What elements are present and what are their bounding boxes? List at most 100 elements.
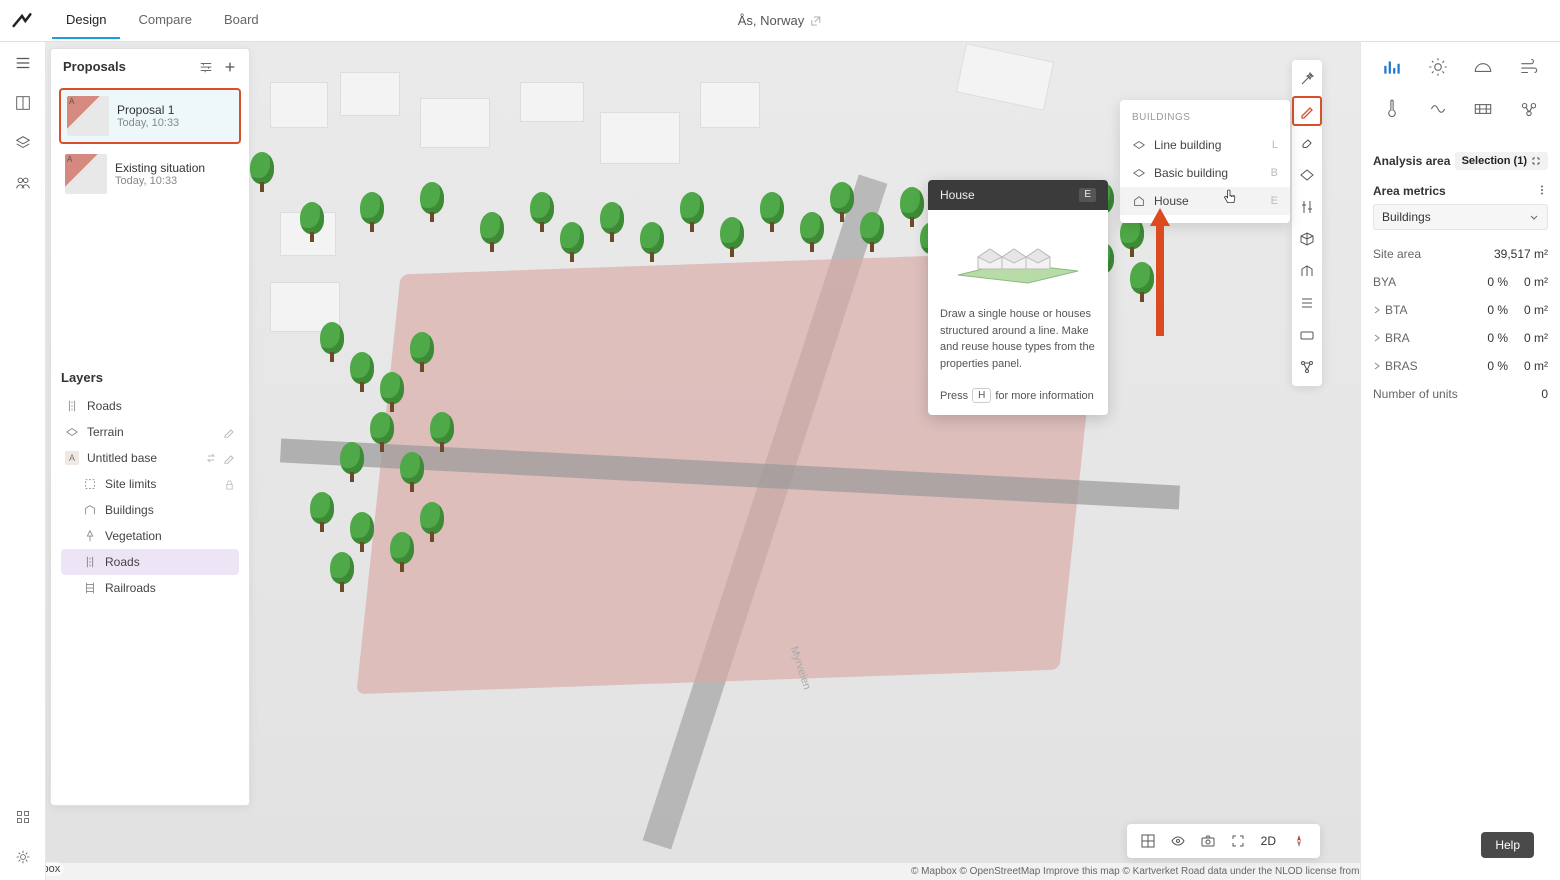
filter-icon[interactable] — [199, 60, 213, 74]
tool-keyboard[interactable] — [1292, 320, 1322, 350]
rail-book-icon[interactable] — [12, 92, 34, 114]
solar-panel-icon[interactable] — [1472, 98, 1494, 120]
menu-line-building[interactable]: Line building L — [1120, 131, 1290, 159]
help-button[interactable]: Help — [1481, 832, 1534, 858]
tool-magic-wand[interactable] — [1292, 64, 1322, 94]
layer-label: Buildings — [105, 503, 154, 517]
tree-icon — [560, 222, 584, 262]
chevron-right-icon — [1373, 362, 1381, 370]
tab-design[interactable]: Design — [52, 2, 120, 39]
proposal-card-existing[interactable]: Existing situation Today, 10:33 — [59, 148, 241, 200]
tool-levels[interactable] — [1292, 288, 1322, 318]
analysis-area-title: Analysis area — [1373, 154, 1450, 168]
metric-value: 39,517 m² — [1494, 247, 1548, 261]
tooltip-illustration — [928, 210, 1108, 298]
tab-compare[interactable]: Compare — [124, 2, 205, 39]
rail-apps-icon[interactable] — [12, 806, 34, 828]
metric-bra[interactable]: BRA 0 %0 m² — [1373, 324, 1548, 352]
buildings-menu: BUILDINGS Line building L Basic building… — [1120, 100, 1290, 223]
menu-house[interactable]: House E — [1120, 187, 1290, 215]
tree-icon — [760, 192, 784, 232]
tool-paint[interactable] — [1292, 128, 1322, 158]
compass-button[interactable] — [1288, 830, 1310, 852]
add-proposal-icon[interactable] — [223, 60, 237, 74]
roads-icon — [83, 555, 97, 569]
metric-value: 0 m² — [1524, 303, 1548, 317]
main-tabs: Design Compare Board — [52, 2, 273, 39]
layer-untitled-base[interactable]: A Untitled base — [61, 445, 239, 471]
tab-board[interactable]: Board — [210, 2, 273, 39]
tree-icon — [1120, 217, 1144, 257]
tree-icon — [830, 182, 854, 222]
location-display[interactable]: Ås, Norway — [738, 13, 822, 28]
tool-adjust[interactable] — [1292, 192, 1322, 222]
analysis-panel: Analysis area Selection (1) Area metrics… — [1360, 42, 1560, 880]
metric-value: 0 m² — [1524, 275, 1548, 289]
layer-site-limits[interactable]: Site limits — [61, 471, 239, 497]
lock-icon[interactable] — [224, 479, 235, 490]
rail-settings-icon[interactable] — [12, 846, 34, 868]
selection-badge[interactable]: Selection (1) — [1455, 152, 1548, 170]
rail-people-icon[interactable] — [12, 172, 34, 194]
menu-basic-building[interactable]: Basic building B — [1120, 159, 1290, 187]
dome-icon[interactable] — [1472, 56, 1494, 78]
railroads-icon — [83, 581, 97, 595]
metric-bras[interactable]: BRAS 0 %0 m² — [1373, 352, 1548, 380]
basic-building-icon — [1132, 166, 1146, 180]
rail-menu-icon[interactable] — [12, 52, 34, 74]
layer-terrain[interactable]: Terrain — [61, 419, 239, 445]
layers-title: Layers — [61, 370, 239, 385]
view-mode-toggle[interactable]: 2D — [1257, 834, 1280, 848]
grid-toggle[interactable] — [1137, 830, 1159, 852]
dropdown-value: Buildings — [1382, 210, 1431, 224]
analysis-icon-row — [1373, 56, 1548, 136]
rail-layers-icon[interactable] — [12, 132, 34, 154]
edit-icon[interactable] — [223, 426, 235, 438]
metric-label: BRA — [1385, 331, 1410, 345]
wind-icon[interactable] — [1518, 56, 1540, 78]
visibility-toggle[interactable] — [1167, 830, 1189, 852]
layer-buildings[interactable]: Buildings — [61, 497, 239, 523]
layer-railroads[interactable]: Railroads — [61, 575, 239, 601]
menu-item-label: Line building — [1154, 138, 1221, 152]
layer-vegetation[interactable]: Vegetation — [61, 523, 239, 549]
metric-pct: 0 % — [1487, 275, 1508, 289]
roads-icon — [65, 399, 79, 413]
tree-icon — [390, 532, 414, 572]
tool-network[interactable] — [1292, 352, 1322, 382]
tooltip-footer-pre: Press — [940, 390, 968, 402]
cursor-pointer-icon — [1222, 189, 1238, 205]
proposal-date: Today, 10:33 — [117, 117, 179, 129]
tool-shape[interactable] — [1292, 160, 1322, 190]
layer-label: Untitled base — [87, 451, 157, 465]
tree-icon — [860, 212, 884, 252]
terrain-icon — [65, 425, 79, 439]
metric-bta[interactable]: BTA 0 %0 m² — [1373, 296, 1548, 324]
bar-chart-icon[interactable] — [1381, 56, 1403, 78]
noise-icon[interactable] — [1427, 98, 1449, 120]
right-toolbar — [1292, 60, 1322, 386]
fit-view-button[interactable] — [1227, 830, 1249, 852]
layer-label: Roads — [87, 399, 122, 413]
metrics-dropdown[interactable]: Buildings — [1373, 204, 1548, 230]
sun-icon[interactable] — [1427, 56, 1449, 78]
tool-cube[interactable] — [1292, 224, 1322, 254]
layer-roads-top[interactable]: Roads — [61, 393, 239, 419]
micro-climate-icon[interactable] — [1518, 98, 1540, 120]
tool-building3d[interactable] — [1292, 256, 1322, 286]
tool-pencil[interactable] — [1292, 96, 1322, 126]
buildings-icon — [83, 503, 97, 517]
camera-button[interactable] — [1197, 830, 1219, 852]
layer-roads-nested[interactable]: Roads — [61, 549, 239, 575]
tree-icon — [340, 442, 364, 482]
tree-icon — [800, 212, 824, 252]
tree-icon — [250, 152, 274, 192]
more-icon[interactable] — [1536, 184, 1548, 196]
proposal-card-1[interactable]: Proposal 1 Today, 10:33 — [59, 88, 241, 144]
tree-icon — [300, 202, 324, 242]
thermometer-icon[interactable] — [1381, 98, 1403, 120]
edit-icon[interactable] — [223, 452, 235, 464]
tree-icon — [900, 187, 924, 227]
tree-icon — [360, 192, 384, 232]
swap-icon[interactable] — [205, 452, 217, 464]
